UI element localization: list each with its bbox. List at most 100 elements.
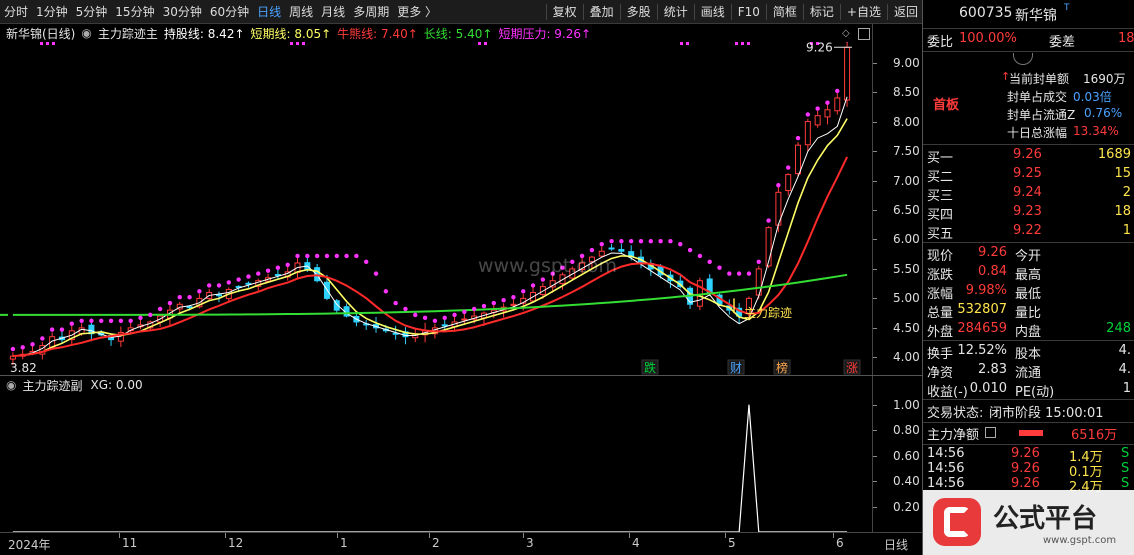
candle[interactable] xyxy=(19,347,26,360)
bid-price: 9.25 xyxy=(1013,166,1042,181)
watermark: www.gspt.com xyxy=(478,255,618,277)
candle[interactable] xyxy=(530,286,537,303)
stock-name: 新华锦 xyxy=(1015,8,1057,24)
board-label: 首板 xyxy=(933,98,960,113)
bid-row: 买三 9.24 2 xyxy=(923,185,1134,204)
quote-row: 总量 532807 量比 xyxy=(923,302,1134,321)
period-tab[interactable]: 30分钟 xyxy=(159,0,206,24)
pressure-dot xyxy=(648,239,654,244)
period-tab[interactable]: 月线 xyxy=(317,0,349,24)
candle[interactable] xyxy=(373,316,380,333)
candle[interactable] xyxy=(157,314,164,327)
panel-close-icon[interactable] xyxy=(1013,53,1033,65)
pressure-dot xyxy=(364,259,369,265)
main-price-chart[interactable]: 9.26 3.82 主力踪迹跌 财 榜 涨 xyxy=(0,42,872,375)
pressure-dot xyxy=(265,268,271,273)
toolbar-action-button[interactable]: 画线 xyxy=(697,0,729,24)
price-tick-label: 4.00 xyxy=(893,350,920,365)
bid-volume: 18 xyxy=(1114,204,1131,219)
candle[interactable] xyxy=(687,285,694,309)
stats-label-2: 流通 xyxy=(1015,366,1042,381)
candle[interactable] xyxy=(814,111,821,128)
candle[interactable] xyxy=(736,303,743,324)
candle[interactable] xyxy=(824,104,831,125)
toolbar-action-button[interactable]: 返回 xyxy=(890,0,922,24)
toolbar-action-button[interactable]: F10 xyxy=(734,0,764,24)
info-icon[interactable]: T xyxy=(1064,3,1070,13)
chart-layout-icon[interactable] xyxy=(858,28,870,40)
candle[interactable] xyxy=(785,173,792,196)
pressure-dot xyxy=(638,239,644,244)
period-tab[interactable]: 分时 xyxy=(0,0,32,24)
quote-value: 0.84 xyxy=(978,264,1007,279)
quote-label-2: 内盘 xyxy=(1015,325,1042,340)
indicator-settings-icon[interactable]: ◉ xyxy=(81,26,91,40)
period-tab[interactable]: 5分钟 xyxy=(72,0,112,24)
period-tab[interactable]: 15分钟 xyxy=(111,0,158,24)
candle[interactable] xyxy=(755,266,762,300)
chart-options-icon[interactable]: ◇ xyxy=(842,28,854,40)
toolbar-action-button[interactable]: 标记 xyxy=(806,0,838,24)
date-tick xyxy=(337,533,338,538)
quote-value-2: 248 xyxy=(1106,321,1131,336)
hold-line-value: 持股线: 8.42↑ xyxy=(163,26,245,41)
period-tab[interactable]: 60分钟 xyxy=(206,0,253,24)
candle[interactable] xyxy=(804,118,811,152)
sub-settings-icon[interactable]: ◉ xyxy=(6,378,16,392)
toolbar-action-button[interactable]: 复权 xyxy=(549,0,581,24)
period-tab[interactable]: 多周期 xyxy=(349,0,393,24)
candle[interactable] xyxy=(647,259,654,276)
toolbar-separator xyxy=(839,3,841,20)
divider xyxy=(923,399,1134,400)
price-tick-label: 7.00 xyxy=(893,173,920,188)
date-tick xyxy=(523,533,524,538)
pressure-mark xyxy=(735,42,738,45)
toolbar-action-button[interactable]: +自选 xyxy=(843,0,885,24)
period-tab[interactable]: 周线 xyxy=(285,0,317,24)
pressure-dot xyxy=(99,318,104,323)
sub-indicator-chart[interactable] xyxy=(0,392,872,532)
sub-indicator-name[interactable]: 主力踪迹副 xyxy=(22,377,82,394)
pressure-dot xyxy=(246,274,251,279)
price-axis: 9.00 8.50 8.00 7.50 7.00 6.50 6.00 5.50 5.00 4.50… xyxy=(872,24,922,375)
pressure-mark xyxy=(46,42,49,45)
net-flow-menu-icon[interactable] xyxy=(985,427,996,438)
toolbar-separator xyxy=(619,3,621,20)
divider xyxy=(923,144,1134,145)
quote-label-2: 最低 xyxy=(1015,287,1042,302)
indicator-name[interactable]: 主力踪迹主 xyxy=(98,25,158,42)
pressure-dot xyxy=(324,253,330,259)
candle[interactable] xyxy=(608,244,615,251)
bid-price: 9.26 xyxy=(1013,147,1042,162)
pressure-dot xyxy=(707,259,712,265)
pressure-dot xyxy=(167,300,173,306)
candle[interactable] xyxy=(363,320,370,330)
period-tab[interactable]: 1分钟 xyxy=(32,0,72,24)
quote-label: 总量 xyxy=(927,306,954,321)
period-indicator[interactable]: 日线 xyxy=(884,536,908,553)
quote-value: 9.26 xyxy=(978,245,1007,260)
toolbar-action-button[interactable]: 简框 xyxy=(769,0,801,24)
period-tab[interactable]: 日线 xyxy=(253,0,285,24)
date-axis: 2024年 11 12 1 2 3 4 5 6 日线 xyxy=(0,532,922,555)
quote-panel: 600735 新华锦 T 委比 100.00% 委差 18 首板 ↑ 当前封单额… xyxy=(922,0,1134,555)
candle[interactable] xyxy=(618,243,625,255)
pressure-dot xyxy=(108,318,114,323)
toolbar-action-button[interactable]: 统计 xyxy=(660,0,692,24)
date-label: 1 xyxy=(340,536,348,550)
pressure-dot xyxy=(501,297,506,303)
pressure-dot xyxy=(236,277,241,282)
bid-volume: 2 xyxy=(1122,185,1131,200)
toolbar-action-button[interactable]: 多股 xyxy=(623,0,655,24)
date-label: 5 xyxy=(728,536,736,550)
pressure-mark xyxy=(747,42,750,45)
pressure-dot xyxy=(177,295,182,300)
stats-value-2: 4. xyxy=(1118,343,1131,358)
period-tab[interactable]: 更多 〉 xyxy=(393,0,441,24)
candle[interactable] xyxy=(834,90,841,115)
toolbar-action-button[interactable]: 叠加 xyxy=(586,0,618,24)
pressure-dot xyxy=(530,283,536,288)
date-tick xyxy=(119,533,120,538)
pressure-dot xyxy=(138,315,143,321)
candle[interactable] xyxy=(343,303,350,318)
